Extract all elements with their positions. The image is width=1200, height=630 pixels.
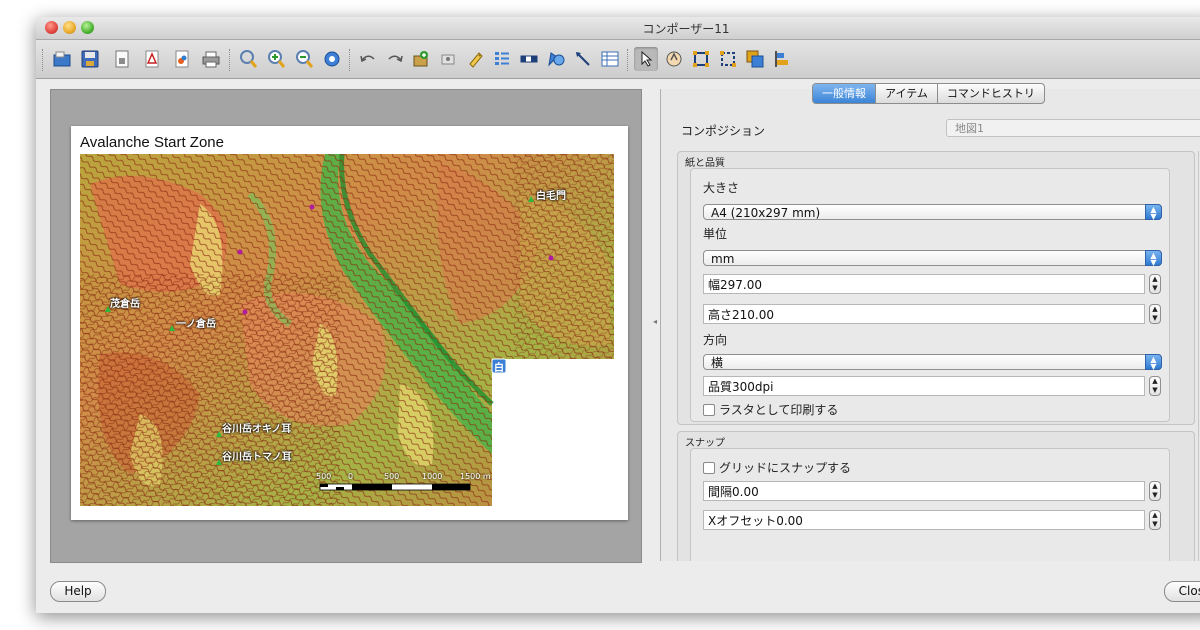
add-image-icon[interactable] bbox=[436, 47, 460, 71]
move-content-icon[interactable] bbox=[662, 47, 686, 71]
new-composer-icon[interactable] bbox=[110, 47, 134, 71]
map-title-label[interactable]: Avalanche Start Zone bbox=[80, 134, 224, 151]
map-label-peak: 一ノ倉岳 bbox=[176, 319, 216, 330]
orientation-value: 横 bbox=[711, 356, 724, 370]
composition-value: 地図1 bbox=[955, 122, 984, 135]
scalebar-tick-label: 500 bbox=[316, 472, 332, 481]
window-title: コンポーザー11 bbox=[642, 22, 730, 36]
print-page[interactable]: Avalanche Start Zone 白毛門 茂倉岳 一ノ倉岳 谷川岳オキノ… bbox=[71, 126, 628, 520]
tab-item[interactable]: アイテム bbox=[876, 84, 938, 103]
tab-general[interactable]: 一般情報 bbox=[813, 84, 876, 103]
select-move-icon[interactable] bbox=[634, 47, 658, 71]
height-field[interactable]: 高さ210.00 bbox=[703, 304, 1145, 324]
snap-to-grid-label: グリッドにスナップする bbox=[719, 461, 852, 475]
help-button[interactable]: Help bbox=[50, 581, 106, 602]
snap-group: スナップ グリッドにスナップする 間隔0.00 ▲ ▼ Xオフセット0.00 ▲ ▼ bbox=[677, 431, 1195, 561]
group-icon[interactable] bbox=[689, 47, 713, 71]
map-label-peak: 谷川岳トマノ耳 bbox=[222, 452, 292, 463]
toolbar-separator bbox=[627, 49, 630, 71]
add-legend-icon[interactable] bbox=[490, 47, 514, 71]
composer-canvas[interactable]: Avalanche Start Zone 白毛門 茂倉岳 一ノ倉岳 谷川岳オキノ… bbox=[50, 89, 642, 563]
map-label-peak: 白毛門 bbox=[536, 191, 566, 202]
size-select[interactable]: A4 (210x297 mm) ▲ ▼ bbox=[703, 204, 1162, 221]
paper-quality-group: 紙と品質 大きさ A4 (210x297 mm) ▲ ▼ 単位 mm ▲ ▼ 幅29… bbox=[677, 151, 1195, 425]
align-icon[interactable] bbox=[770, 47, 794, 71]
size-label: 大きさ bbox=[703, 181, 740, 195]
quality-field[interactable]: 品質300dpi bbox=[703, 376, 1145, 396]
select-arrows-icon: ▲ ▼ bbox=[1145, 204, 1162, 221]
checkbox-box[interactable] bbox=[703, 403, 715, 416]
map-label-peak: 茂倉岳 bbox=[110, 299, 140, 310]
snap-to-grid-checkbox[interactable]: グリッドにスナップする bbox=[703, 459, 851, 476]
orientation-label: 方向 bbox=[703, 333, 728, 347]
properties-scroll-area[interactable]: 紙と品質 大きさ A4 (210x297 mm) ▲ ▼ 単位 mm ▲ ▼ 幅29… bbox=[677, 151, 1200, 561]
splitter-handle[interactable]: ◂ bbox=[653, 317, 657, 326]
close-button[interactable]: Close bbox=[1164, 581, 1200, 602]
map-item[interactable]: 白毛門 茂倉岳 一ノ倉岳 谷川岳オキノ耳 谷川岳トマノ耳 白 500 0 500… bbox=[80, 154, 614, 506]
export-svg-icon[interactable] bbox=[170, 47, 194, 71]
scalebar-tick-label: 0 bbox=[348, 472, 354, 481]
x-offset-field[interactable]: Xオフセット0.00 bbox=[703, 510, 1145, 530]
undo-icon[interactable] bbox=[356, 47, 380, 71]
properties-panel: 一般情報 アイテム コマンドヒストリ コンポジション 地図1 ⇕ 紙と品質 大き… bbox=[660, 83, 1200, 561]
composition-label: コンポジション bbox=[681, 124, 766, 138]
toolbar-separator bbox=[349, 49, 352, 71]
ungroup-icon[interactable] bbox=[716, 47, 740, 71]
raster-print-checkbox[interactable]: ラスタとして印刷する bbox=[703, 401, 838, 418]
select-arrows-icon: ▲ ▼ bbox=[1145, 250, 1162, 267]
size-value: A4 (210x297 mm) bbox=[711, 206, 821, 220]
x-offset-stepper[interactable]: ▲ ▼ bbox=[1149, 510, 1161, 530]
unit-select[interactable]: mm ▲ ▼ bbox=[703, 250, 1162, 267]
add-arrow-icon[interactable] bbox=[571, 47, 595, 71]
refresh-icon[interactable] bbox=[320, 47, 344, 71]
add-table-icon[interactable] bbox=[598, 47, 622, 71]
width-stepper[interactable]: ▲ ▼ bbox=[1149, 274, 1161, 294]
toolbar bbox=[36, 40, 1200, 79]
scalebar-tick-label: 500 bbox=[384, 472, 400, 481]
map-label-peak: 谷川岳オキノ耳 bbox=[222, 424, 292, 435]
tab-command-history[interactable]: コマンドヒストリ bbox=[938, 84, 1044, 103]
width-field[interactable]: 幅297.00 bbox=[703, 274, 1145, 294]
add-new-map-icon[interactable] bbox=[409, 47, 433, 71]
toolbar-separator bbox=[229, 49, 232, 71]
terrain-map bbox=[80, 154, 614, 506]
scalebar-tick-label: 1500 m bbox=[460, 472, 491, 481]
add-scalebar-icon[interactable] bbox=[517, 47, 541, 71]
add-map-icon[interactable] bbox=[50, 47, 74, 71]
composer-window: コンポーザー11 Avalanche Start Zone 白毛門 茂倉岳 一ノ… bbox=[36, 17, 1200, 613]
raster-print-label: ラスタとして印刷する bbox=[719, 403, 839, 417]
unit-value: mm bbox=[711, 252, 735, 266]
redo-icon[interactable] bbox=[383, 47, 407, 71]
checkbox-box[interactable] bbox=[703, 461, 715, 474]
group-title: スナップ bbox=[685, 438, 725, 449]
grid-spacing-stepper[interactable]: ▲ ▼ bbox=[1149, 481, 1161, 501]
add-shape-icon[interactable] bbox=[544, 47, 568, 71]
save-icon[interactable] bbox=[78, 47, 102, 71]
raise-icon[interactable] bbox=[743, 47, 767, 71]
quality-stepper[interactable]: ▲ ▼ bbox=[1149, 376, 1161, 396]
toolbar-grip bbox=[42, 49, 45, 71]
grid-spacing-field[interactable]: 間隔0.00 bbox=[703, 481, 1145, 501]
print-icon[interactable] bbox=[199, 47, 223, 71]
zoom-in-icon[interactable] bbox=[264, 47, 288, 71]
paper-quality-fields: 大きさ A4 (210x297 mm) ▲ ▼ 単位 mm ▲ ▼ 幅297.00 … bbox=[690, 168, 1170, 422]
select-arrows-icon: ▲ ▼ bbox=[1145, 354, 1162, 371]
panel-tabs: 一般情報 アイテム コマンドヒストリ bbox=[812, 83, 1045, 104]
unit-label: 単位 bbox=[703, 227, 728, 241]
zoom-out-icon[interactable] bbox=[292, 47, 316, 71]
scalebar-tick-label: 1000 bbox=[422, 472, 443, 481]
height-stepper[interactable]: ▲ ▼ bbox=[1149, 304, 1161, 324]
item-marker-badge[interactable]: 白 bbox=[494, 359, 504, 374]
orientation-select[interactable]: 横 ▲ ▼ bbox=[703, 354, 1162, 371]
zoom-full-icon[interactable] bbox=[236, 47, 260, 71]
composition-select[interactable]: 地図1 ⇕ bbox=[946, 119, 1200, 137]
title-bar: コンポーザー11 bbox=[36, 17, 1200, 40]
export-pdf-icon[interactable] bbox=[140, 47, 164, 71]
snap-fields: グリッドにスナップする 間隔0.00 ▲ ▼ Xオフセット0.00 ▲ ▼ bbox=[690, 448, 1170, 561]
group-title: 紙と品質 bbox=[685, 158, 725, 169]
add-label-icon[interactable] bbox=[463, 47, 487, 71]
